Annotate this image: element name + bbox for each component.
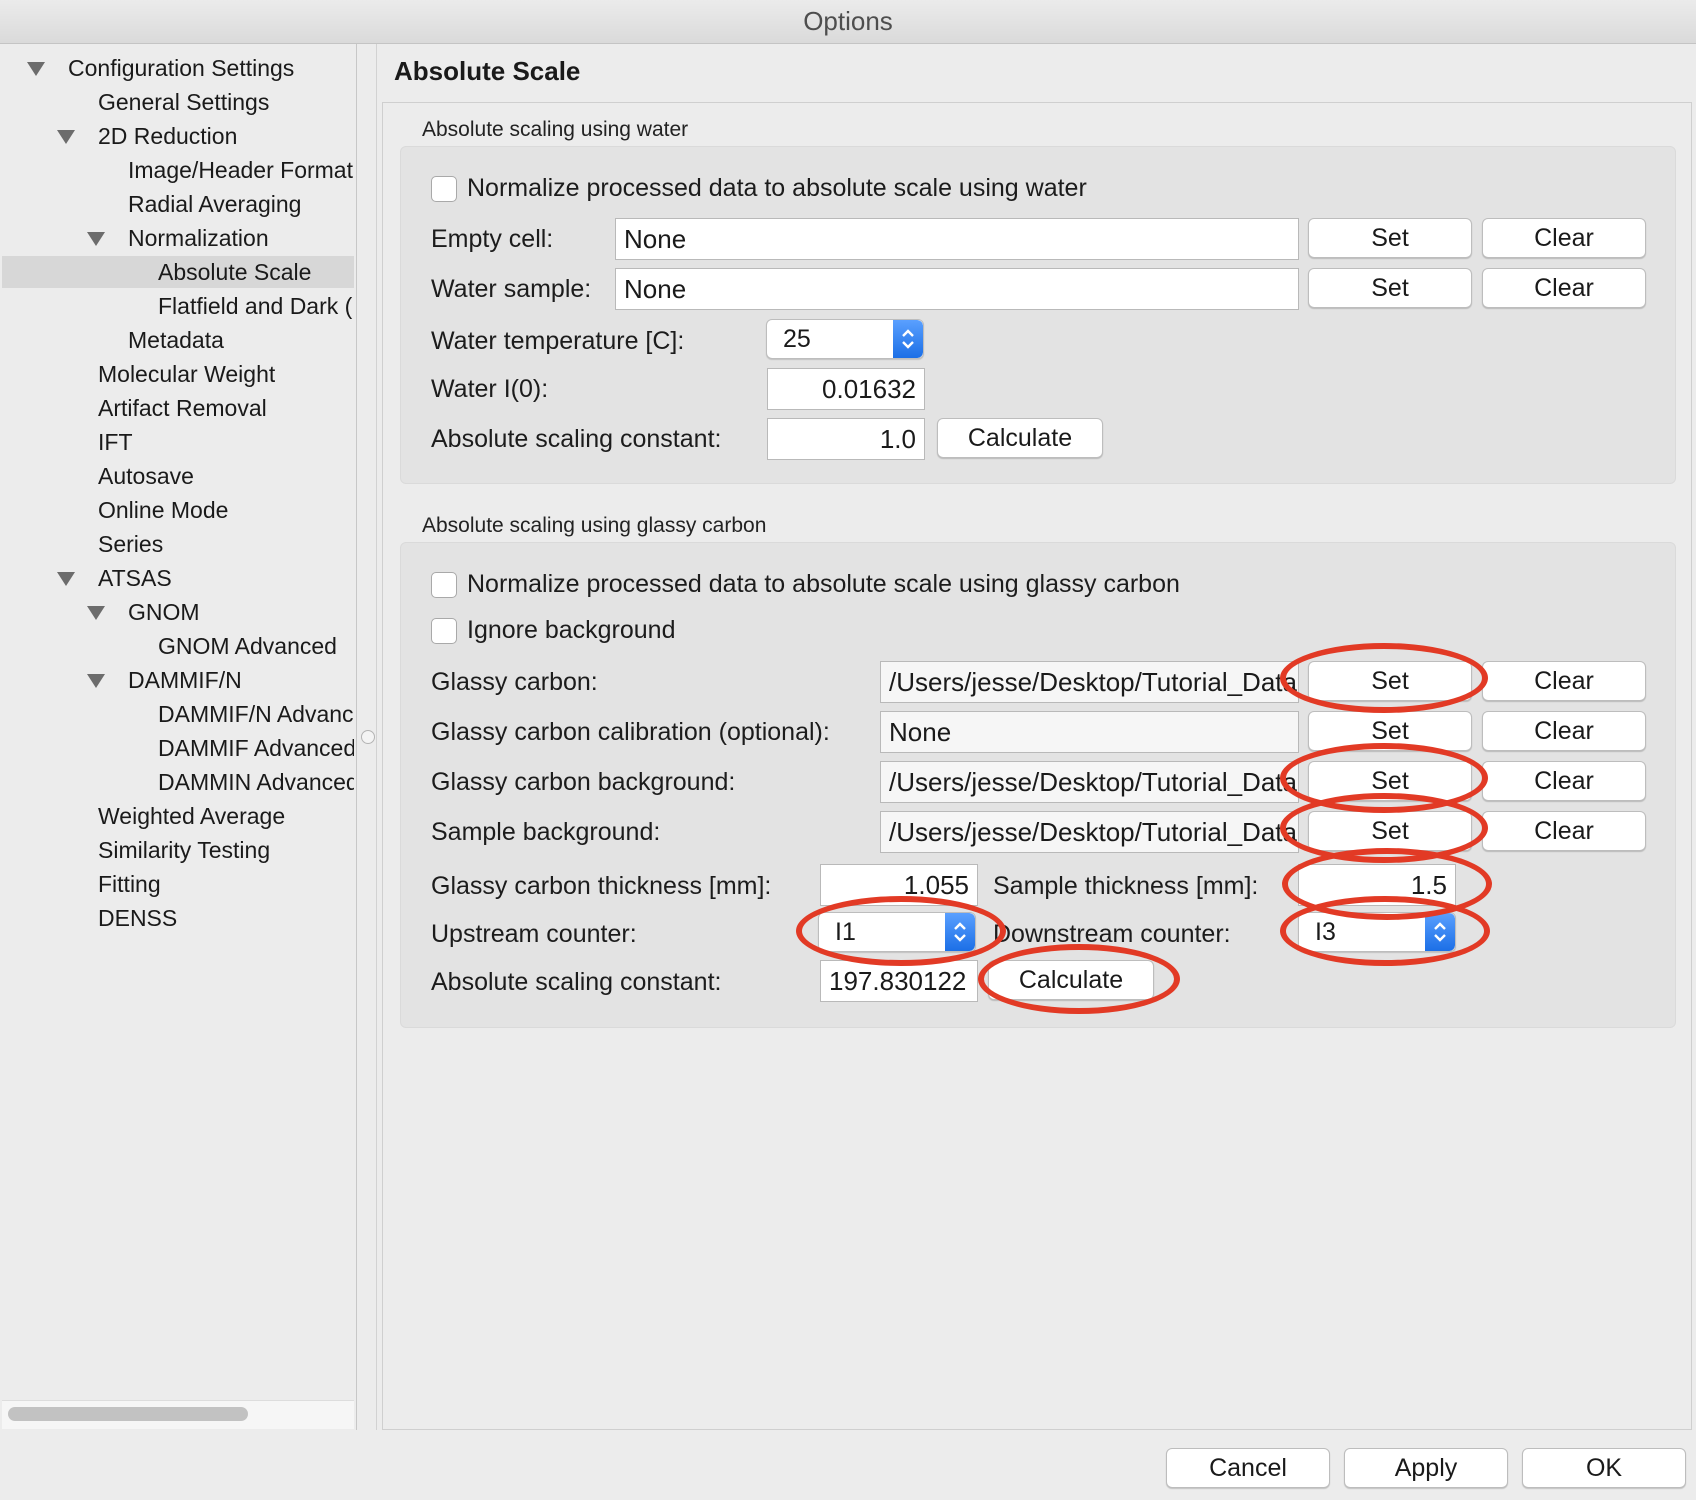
tree-item-dammif-n-advanced[interactable]: DAMMIF/N Advance <box>158 698 354 730</box>
sample-background-clear-button[interactable]: Clear <box>1482 811 1646 851</box>
glassy-calibration-label: Glassy carbon calibration (optional): <box>431 718 830 746</box>
glassy-calibration-field[interactable]: None <box>880 711 1299 753</box>
water-temperature-label: Water temperature [C]: <box>431 327 685 355</box>
tree-item-weighted-average[interactable]: Weighted Average <box>98 800 285 832</box>
triangle-down-icon[interactable] <box>57 572 75 586</box>
tree-item-radial-averaging[interactable]: Radial Averaging <box>128 188 301 220</box>
tree-item-atsas[interactable]: ATSAS <box>98 562 172 594</box>
tree-item-dammif-advanced[interactable]: DAMMIF Advanced <box>158 732 354 764</box>
tree-item-2d-reduction[interactable]: 2D Reduction <box>98 120 237 152</box>
glassy-carbon-clear-button[interactable]: Clear <box>1482 661 1646 701</box>
sample-thickness-field[interactable]: 1.5 <box>1298 864 1456 906</box>
glassy-group-title: Absolute scaling using glassy carbon <box>422 514 767 537</box>
sample-background-set-button[interactable]: Set <box>1308 811 1472 851</box>
water-constant-field[interactable]: 1.0 <box>767 418 925 460</box>
empty-cell-set-button[interactable]: Set <box>1308 218 1472 258</box>
water-sample-clear-button[interactable]: Clear <box>1482 268 1646 308</box>
glassy-normalize-checkbox[interactable] <box>431 572 457 598</box>
water-sample-label: Water sample: <box>431 275 592 303</box>
tree-item-fitting[interactable]: Fitting <box>98 868 161 900</box>
tree-item-dammin-advanced[interactable]: DAMMIN Advanced <box>158 766 354 798</box>
ok-button[interactable]: OK <box>1522 1448 1686 1488</box>
glassy-calibration-clear-button[interactable]: Clear <box>1482 711 1646 751</box>
water-group-title: Absolute scaling using water <box>422 118 689 141</box>
tree-item-configuration-settings[interactable]: Configuration Settings <box>68 52 294 84</box>
triangle-down-icon[interactable] <box>87 232 105 246</box>
empty-cell-field[interactable]: None <box>615 218 1299 260</box>
tree-item-dammif-n[interactable]: DAMMIF/N <box>128 664 242 696</box>
tree-item-molecular-weight[interactable]: Molecular Weight <box>98 358 275 390</box>
triangle-down-icon[interactable] <box>57 130 75 144</box>
sample-background-label: Sample background: <box>431 818 661 846</box>
tree-item-series[interactable]: Series <box>98 528 163 560</box>
downstream-counter-label: Downstream counter: <box>993 920 1231 948</box>
glassy-normalize-label: Normalize processed data to absolute sca… <box>467 570 1180 598</box>
glassy-carbon-set-button[interactable]: Set <box>1308 661 1472 701</box>
ignore-background-checkbox[interactable] <box>431 618 457 644</box>
cancel-button[interactable]: Cancel <box>1166 1448 1330 1488</box>
upstream-counter-label: Upstream counter: <box>431 920 637 948</box>
tree-item-similarity-testing[interactable]: Similarity Testing <box>98 834 270 866</box>
options-tree: Configuration Settings General Settings … <box>2 44 357 1430</box>
glassy-carbon-field[interactable]: /Users/jesse/Desktop/Tutorial_Data <box>880 661 1299 703</box>
tree-item-flatfield-and-dark[interactable]: Flatfield and Dark ( <box>158 290 354 322</box>
tree-item-denss[interactable]: DENSS <box>98 902 177 934</box>
water-i0-label: Water I(0): <box>431 375 549 403</box>
upstream-counter-select[interactable]: I1 <box>818 912 976 952</box>
glassy-carbon-background-clear-button[interactable]: Clear <box>1482 761 1646 801</box>
water-temperature-select[interactable]: 25 <box>766 319 924 359</box>
glassy-constant-field[interactable]: 197.830122 <box>820 960 978 1002</box>
tree-item-gnom[interactable]: GNOM <box>128 596 200 628</box>
empty-cell-label: Empty cell: <box>431 225 554 253</box>
sample-background-field[interactable]: /Users/jesse/Desktop/Tutorial_Data <box>880 811 1299 853</box>
splitter-divider <box>376 44 377 1430</box>
apply-button[interactable]: Apply <box>1344 1448 1508 1488</box>
tree-item-artifact-removal[interactable]: Artifact Removal <box>98 392 267 424</box>
tree-item-metadata[interactable]: Metadata <box>128 324 224 356</box>
downstream-counter-select[interactable]: I3 <box>1298 912 1456 952</box>
triangle-down-icon[interactable] <box>87 606 105 620</box>
up-down-chevron-icon[interactable] <box>893 320 923 358</box>
water-sample-set-button[interactable]: Set <box>1308 268 1472 308</box>
tree-item-absolute-scale[interactable]: Absolute Scale <box>2 256 354 288</box>
water-normalize-label: Normalize processed data to absolute sca… <box>467 174 1087 202</box>
glassy-carbon-label: Glassy carbon: <box>431 668 598 696</box>
window-title: Options <box>803 6 893 36</box>
page-title: Absolute Scale <box>394 56 581 86</box>
window-titlebar: Options <box>0 0 1696 44</box>
ignore-background-label: Ignore background <box>467 616 676 644</box>
splitter-handle[interactable] <box>361 730 375 744</box>
tree-item-image-header-format[interactable]: Image/Header Format <box>128 154 353 186</box>
sidebar-scrollbar-thumb[interactable] <box>8 1407 248 1421</box>
glassy-calculate-button[interactable]: Calculate <box>988 960 1154 1000</box>
glassy-thickness-field[interactable]: 1.055 <box>820 864 978 906</box>
glassy-constant-label: Absolute scaling constant: <box>431 968 722 996</box>
water-calculate-button[interactable]: Calculate <box>937 418 1103 458</box>
triangle-down-icon[interactable] <box>27 62 45 76</box>
tree-item-gnom-advanced[interactable]: GNOM Advanced <box>158 630 337 662</box>
tree-item-online-mode[interactable]: Online Mode <box>98 494 228 526</box>
glassy-carbon-background-field[interactable]: /Users/jesse/Desktop/Tutorial_Data <box>880 761 1299 803</box>
up-down-chevron-icon[interactable] <box>1425 913 1455 951</box>
glassy-carbon-background-set-button[interactable]: Set <box>1308 761 1472 801</box>
triangle-down-icon[interactable] <box>87 674 105 688</box>
tree-item-ift[interactable]: IFT <box>98 426 133 458</box>
water-constant-label: Absolute scaling constant: <box>431 425 722 453</box>
tree-item-general-settings[interactable]: General Settings <box>98 86 269 118</box>
sample-thickness-label: Sample thickness [mm]: <box>993 872 1259 900</box>
tree-item-normalization[interactable]: Normalization <box>128 222 269 254</box>
glassy-carbon-background-label: Glassy carbon background: <box>431 768 736 796</box>
water-sample-field[interactable]: None <box>615 268 1299 310</box>
water-i0-field[interactable]: 0.01632 <box>767 368 925 410</box>
water-normalize-checkbox[interactable] <box>431 176 457 202</box>
empty-cell-clear-button[interactable]: Clear <box>1482 218 1646 258</box>
glassy-calibration-set-button[interactable]: Set <box>1308 711 1472 751</box>
glassy-thickness-label: Glassy carbon thickness [mm]: <box>431 872 772 900</box>
tree-item-autosave[interactable]: Autosave <box>98 460 194 492</box>
up-down-chevron-icon[interactable] <box>945 913 975 951</box>
